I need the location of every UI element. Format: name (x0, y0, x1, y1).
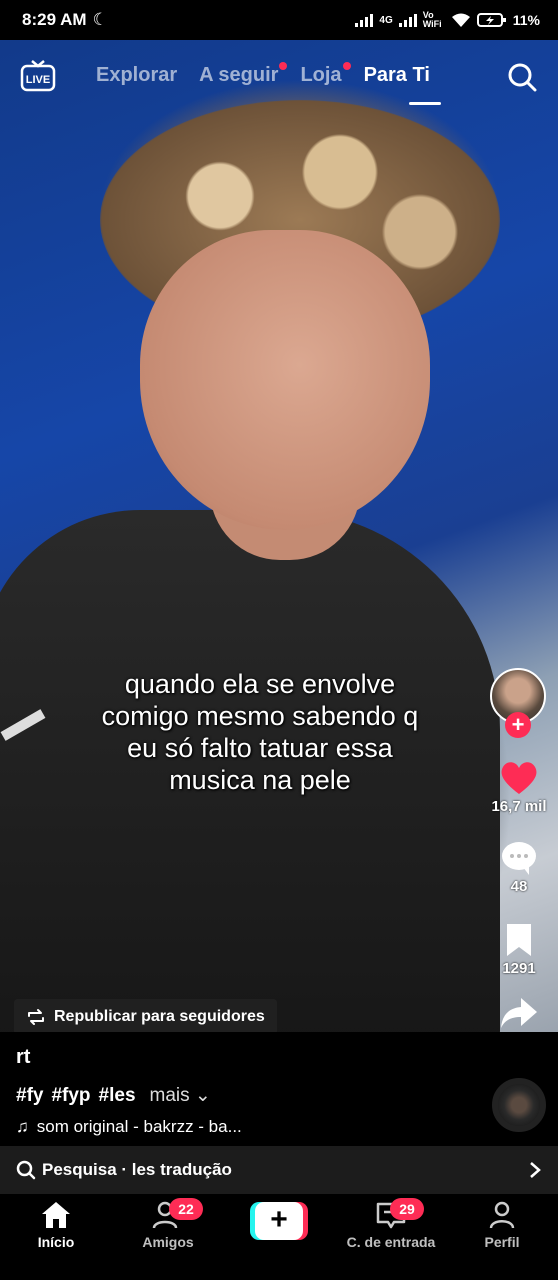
nav-home-label: Início (37, 1234, 75, 1250)
video-info: rt #fy #fyp #les mais ⌄ ♫ som original -… (0, 1032, 558, 1146)
music-note-icon: ♫ (16, 1117, 29, 1136)
top-nav: LIVE Explorar A seguir Loja Para Ti (0, 52, 558, 105)
nav-inbox-label: C. de entrada (346, 1234, 436, 1250)
vowifi-label: Vo WiFi (422, 10, 442, 29)
network-label: 4G (379, 14, 393, 26)
caption-line: eu só falto tatuar essa (127, 733, 393, 763)
search-suggestion-bar[interactable]: Pesquisa · les tradução (0, 1146, 558, 1194)
video-frame-face (140, 230, 430, 530)
repost-icon (28, 1009, 44, 1025)
bottom-nav: Início Amigos 22 + C. de entrada 29 Perf… (0, 1194, 558, 1280)
more-button[interactable]: mais ⌄ (150, 1084, 211, 1107)
comment-count: 48 (510, 878, 528, 895)
heart-icon (501, 762, 537, 794)
nav-home[interactable]: Início (1, 1200, 111, 1250)
clock: 8:29 AM (22, 10, 87, 29)
comment-icon (502, 842, 536, 875)
caption-line: quando ela se envolve (124, 669, 396, 699)
live-icon[interactable]: LIVE (20, 60, 56, 92)
bookmark-icon (507, 924, 531, 956)
tab-explorar[interactable]: Explorar (96, 64, 177, 87)
video-player[interactable] (0, 40, 558, 1032)
notification-dot (342, 62, 351, 70)
notification-dot (279, 62, 288, 70)
chevron-right-icon (530, 1162, 541, 1178)
sound-title: som original - bakrzz - ba... (36, 1117, 242, 1136)
svg-text:LIVE: LIVE (26, 74, 50, 86)
friends-badge: 22 (169, 1198, 203, 1220)
hashtag[interactable]: #fyp (51, 1085, 90, 1107)
follow-button[interactable]: + (505, 712, 531, 738)
home-indicator (0, 1276, 558, 1280)
feed-tabs: Explorar A seguir Loja Para Ti (96, 62, 452, 87)
music-disc[interactable] (492, 1078, 546, 1132)
search-icon (16, 1160, 36, 1180)
nav-friends-label: Amigos (142, 1234, 194, 1250)
hashtag[interactable]: #fy (16, 1085, 43, 1107)
caption-line: comigo mesmo sabendo q (101, 701, 419, 731)
video-caption: quando ela se envolve comigo mesmo saben… (90, 668, 430, 796)
save-button[interactable]: 1291 (480, 922, 558, 977)
search-suggestion-label: Pesquisa · les tradução (42, 1160, 232, 1179)
chevron-down-icon: ⌄ (189, 1085, 211, 1106)
signal-icon (355, 13, 374, 27)
nav-friends[interactable]: Amigos 22 (113, 1198, 223, 1250)
search-icon[interactable] (507, 62, 537, 92)
save-count: 1291 (502, 960, 536, 977)
comment-button[interactable]: 48 (480, 840, 558, 895)
plus-icon: + (255, 1202, 303, 1240)
create-button[interactable]: + (250, 1202, 308, 1240)
signal-icon-2 (398, 13, 417, 27)
active-tab-indicator (409, 102, 441, 105)
nav-profile[interactable]: Perfil (447, 1200, 557, 1250)
sound-row[interactable]: ♫ som original - bakrzz - ba... (16, 1117, 242, 1137)
share-arrow-icon (501, 998, 537, 1028)
repost-banner[interactable]: Republicar para seguidores (14, 999, 277, 1035)
battery-level: 11% (512, 12, 540, 28)
wifi-icon (451, 13, 470, 27)
profile-icon (489, 1201, 515, 1229)
inbox-badge: 29 (390, 1198, 424, 1220)
nav-inbox[interactable]: C. de entrada 29 (328, 1198, 454, 1250)
battery-icon (476, 13, 506, 27)
nav-profile-label: Perfil (484, 1234, 520, 1250)
home-icon (42, 1202, 70, 1228)
like-button[interactable]: 16,7 mil (480, 760, 558, 815)
hashtag[interactable]: #les (99, 1085, 136, 1107)
caption-line: musica na pele (169, 765, 351, 795)
tab-para-ti[interactable]: Para Ti (364, 64, 430, 87)
like-count: 16,7 mil (491, 798, 547, 815)
hashtag-row: #fy #fyp #les mais ⌄ (16, 1084, 211, 1107)
creator-username[interactable]: rt (16, 1046, 30, 1069)
moon-icon: ☾ (92, 10, 108, 29)
status-bar: 8:29 AM ☾ 4G Vo WiFi 11% (0, 0, 558, 40)
tab-loja[interactable]: Loja (300, 62, 351, 87)
repost-label: Republicar para seguidores (54, 1008, 265, 1025)
tab-a-seguir[interactable]: A seguir (199, 62, 288, 87)
